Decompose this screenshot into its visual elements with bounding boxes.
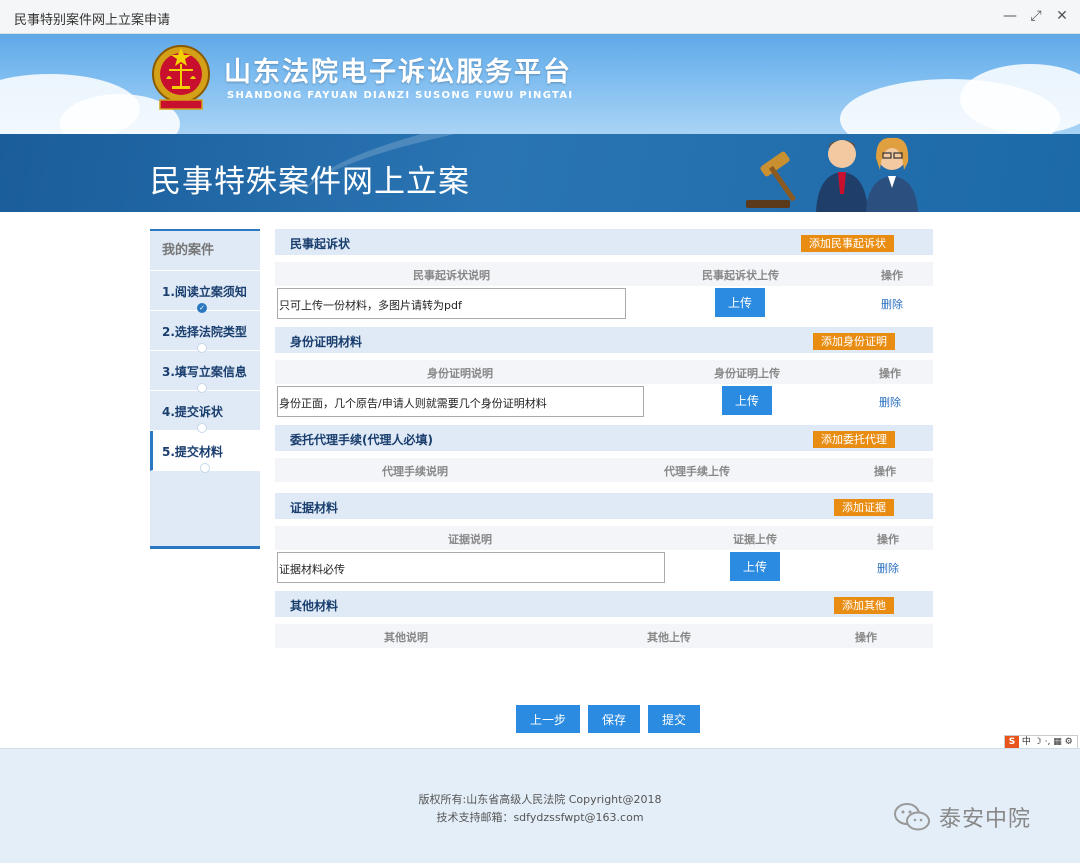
section-evidence-header: 证据材料 添加证据 bbox=[275, 493, 933, 519]
agent-column-header: 代理手续说明 代理手续上传 操作 bbox=[275, 458, 933, 482]
ime-logo-icon: S bbox=[1005, 736, 1019, 748]
window-controls: — ⤢ ✕ bbox=[1000, 6, 1072, 26]
column-action: 操作 bbox=[877, 533, 899, 546]
step-fill-info[interactable]: 3.填写立案信息 bbox=[150, 351, 260, 393]
column-action: 操作 bbox=[855, 631, 877, 644]
site-banner: 山东法院电子诉讼服务平台 SHANDONG FAYUAN DIANZI SUSO… bbox=[0, 34, 1080, 134]
ime-moon-icon[interactable]: ☽ ·, ▦ ⚙ bbox=[1034, 737, 1073, 747]
section-title: 证据材料 bbox=[290, 501, 339, 515]
site-title: 山东法院电子诉讼服务平台 bbox=[224, 57, 572, 88]
window-title: 民事特别案件网上立案申请 bbox=[14, 13, 171, 28]
step-label: 2.选择法院类型 bbox=[162, 325, 247, 339]
add-evidence-button[interactable]: 添加证据 bbox=[834, 499, 894, 516]
section-title: 其他材料 bbox=[290, 599, 339, 613]
minimize-icon[interactable]: — bbox=[1000, 6, 1020, 26]
section-agent-header: 委托代理手续(代理人必填) 添加委托代理 bbox=[275, 425, 933, 451]
sidebar-heading: 我的案件 bbox=[150, 231, 260, 271]
section-other-header: 其他材料 添加其他 bbox=[275, 591, 933, 617]
complaint-upload-button[interactable]: 上传 bbox=[715, 288, 765, 317]
window-titlebar: 民事特别案件网上立案申请 — ⤢ ✕ bbox=[0, 0, 1080, 34]
section-title: 身份证明材料 bbox=[290, 335, 363, 349]
step-label: 3.填写立案信息 bbox=[162, 365, 247, 379]
submit-button[interactable]: 提交 bbox=[648, 705, 701, 733]
wechat-icon bbox=[894, 803, 930, 831]
page-title: 民事特殊案件网上立案 bbox=[150, 164, 470, 200]
step-label: 1.阅读立案须知 bbox=[162, 285, 247, 299]
add-agent-button[interactable]: 添加委托代理 bbox=[813, 431, 895, 448]
evidence-row: 证据材料必传 上传 删除 bbox=[275, 550, 933, 586]
section-title: 委托代理手续(代理人必填) bbox=[290, 433, 433, 447]
section-title: 民事起诉状 bbox=[290, 237, 351, 251]
lawyers-illustration-icon bbox=[746, 137, 918, 212]
ime-toolbar[interactable]: S 中 ☽ ·, ▦ ⚙ bbox=[1004, 735, 1078, 749]
identity-row: 身份正面，几个原告/申请人则就需要几个身份证明材料 上传 删除 bbox=[275, 384, 933, 420]
column-action: 操作 bbox=[879, 367, 901, 380]
column-desc: 其他说明 bbox=[384, 631, 428, 644]
section-complaint-header: 民事起诉状 添加民事起诉状 bbox=[275, 229, 933, 255]
column-upload: 其他上传 bbox=[647, 631, 691, 644]
prev-step-button[interactable]: 上一步 bbox=[516, 705, 581, 733]
complaint-delete-link[interactable]: 删除 bbox=[881, 296, 903, 312]
column-upload: 证据上传 bbox=[733, 533, 777, 546]
hero-banner: 民事特殊案件网上立案 bbox=[0, 134, 1080, 212]
save-button[interactable]: 保存 bbox=[588, 705, 641, 733]
watermark-text: 泰安中院 bbox=[939, 807, 1032, 832]
steps-sidebar: 我的案件 1.阅读立案须知 ✓ 2.选择法院类型 3.填写立案信息 4.提交诉状… bbox=[150, 229, 260, 549]
add-identity-button[interactable]: 添加身份证明 bbox=[813, 333, 895, 350]
add-other-button[interactable]: 添加其他 bbox=[834, 597, 894, 614]
column-desc: 身份证明说明 bbox=[427, 367, 493, 380]
identity-upload-button[interactable]: 上传 bbox=[722, 386, 772, 415]
evidence-desc-field[interactable]: 证据材料必传 bbox=[277, 552, 665, 583]
complaint-column-header: 民事起诉状说明 民事起诉状上传 操作 bbox=[275, 262, 933, 286]
wechat-watermark: 泰安中院 bbox=[893, 801, 1031, 833]
section-identity-header: 身份证明材料 添加身份证明 bbox=[275, 327, 933, 353]
complaint-desc-field[interactable]: 只可上传一份材料，多图片请转为pdf bbox=[277, 288, 626, 319]
column-desc: 代理手续说明 bbox=[382, 465, 448, 478]
step-select-court[interactable]: 2.选择法院类型 bbox=[150, 311, 260, 353]
column-upload: 代理手续上传 bbox=[664, 465, 730, 478]
step-label: 5.提交材料 bbox=[162, 445, 223, 459]
step-dot-icon bbox=[197, 423, 207, 433]
step-read-notice[interactable]: 1.阅读立案须知 ✓ bbox=[150, 271, 260, 313]
site-subtitle: SHANDONG FAYUAN DIANZI SUSONG FUWU PINGT… bbox=[227, 90, 574, 101]
materials-form: 民事起诉状 添加民事起诉状 民事起诉状说明 民事起诉状上传 操作 只可上传一份材… bbox=[275, 229, 933, 648]
identity-desc-field[interactable]: 身份正面，几个原告/申请人则就需要几个身份证明材料 bbox=[277, 386, 644, 417]
column-upload: 民事起诉状上传 bbox=[702, 269, 779, 282]
column-upload: 身份证明上传 bbox=[714, 367, 780, 380]
add-complaint-button[interactable]: 添加民事起诉状 bbox=[801, 235, 894, 252]
form-actions: 上一步 保存 提交 bbox=[516, 705, 701, 733]
evidence-delete-link[interactable]: 删除 bbox=[877, 560, 899, 576]
page-footer: 版权所有:山东省高级人民法院 Copyright@2018 技术支持邮箱：sdf… bbox=[0, 748, 1080, 863]
evidence-upload-button[interactable]: 上传 bbox=[730, 552, 780, 581]
column-desc: 证据说明 bbox=[448, 533, 492, 546]
step-dot-icon bbox=[200, 463, 210, 473]
ime-mode[interactable]: 中 bbox=[1022, 737, 1031, 747]
other-column-header: 其他说明 其他上传 操作 bbox=[275, 624, 933, 648]
main-content: 我的案件 1.阅读立案须知 ✓ 2.选择法院类型 3.填写立案信息 4.提交诉状… bbox=[0, 212, 1080, 749]
close-icon[interactable]: ✕ bbox=[1052, 6, 1072, 26]
complaint-row: 只可上传一份材料，多图片请转为pdf 上传 删除 bbox=[275, 286, 933, 322]
step-dot-icon bbox=[197, 343, 207, 353]
column-action: 操作 bbox=[874, 465, 896, 478]
step-submit-complaint[interactable]: 4.提交诉状 bbox=[150, 391, 260, 433]
step-submit-materials[interactable]: 5.提交材料 bbox=[150, 431, 260, 473]
identity-delete-link[interactable]: 删除 bbox=[879, 394, 901, 410]
restore-icon[interactable]: ⤢ bbox=[1026, 6, 1046, 26]
evidence-column-header: 证据说明 证据上传 操作 bbox=[275, 526, 933, 550]
step-label: 4.提交诉状 bbox=[162, 405, 223, 419]
step-dot-icon bbox=[197, 383, 207, 393]
court-emblem-icon bbox=[152, 45, 210, 110]
column-action: 操作 bbox=[881, 269, 903, 282]
identity-column-header: 身份证明说明 身份证明上传 操作 bbox=[275, 360, 933, 384]
column-desc: 民事起诉状说明 bbox=[413, 269, 490, 282]
check-icon: ✓ bbox=[197, 303, 207, 313]
